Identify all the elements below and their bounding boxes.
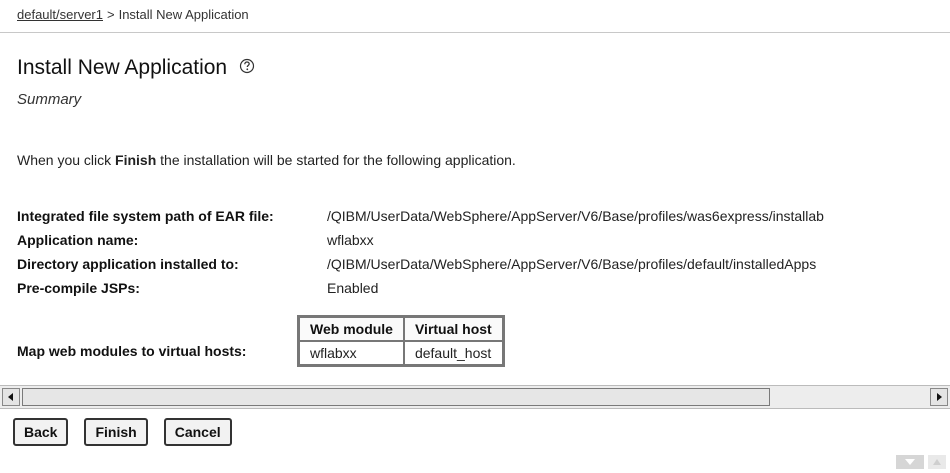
chevron-down-icon[interactable]: [896, 455, 924, 469]
summary-label: Integrated file system path of EAR file:: [17, 208, 274, 224]
page-title-text: Install New Application: [17, 56, 228, 79]
page-subtitle: Summary: [17, 91, 82, 108]
header-divider: [0, 32, 950, 33]
column-header-web-module: Web module: [299, 317, 404, 341]
virtual-host-table: Web module Virtual host wflabxx default_…: [297, 315, 505, 367]
help-icon[interactable]: [239, 56, 255, 80]
intro-text: When you click Finish the installation w…: [17, 152, 516, 168]
table-row: wflabxx default_host: [299, 341, 503, 365]
intro-prefix: When you click: [17, 152, 116, 168]
summary-label: Directory application installed to:: [17, 256, 239, 272]
column-header-virtual-host: Virtual host: [403, 317, 503, 341]
page-title: Install New Application: [17, 56, 255, 80]
cancel-button[interactable]: Cancel: [163, 418, 232, 446]
finish-button[interactable]: Finish: [84, 418, 148, 446]
summary-value: Enabled: [327, 280, 379, 296]
back-button[interactable]: Back: [13, 418, 69, 446]
table-header-row: Web module Virtual host: [299, 317, 503, 341]
button-bar: Back Finish Cancel: [13, 418, 232, 446]
cell-virtual-host: default_host: [403, 341, 503, 365]
cell-web-module: wflabxx: [299, 341, 404, 365]
summary-label: Pre-compile JSPs:: [17, 280, 140, 296]
scroll-corner-icon: [928, 455, 946, 469]
breadcrumb-link-server[interactable]: default/server1: [17, 7, 103, 22]
breadcrumb: default/server1 > Install New Application: [17, 7, 249, 22]
scrollbar-thumb[interactable]: [22, 388, 770, 406]
arrow-right-icon[interactable]: [930, 388, 948, 406]
intro-finish-word: Finish: [115, 152, 157, 168]
intro-suffix: the installation will be started for the…: [156, 152, 516, 168]
breadcrumb-current: Install New Application: [118, 7, 249, 22]
horizontal-scrollbar[interactable]: [0, 385, 950, 409]
corner-controls: [896, 455, 946, 469]
breadcrumb-separator: >: [107, 7, 115, 22]
map-modules-label: Map web modules to virtual hosts:: [17, 343, 247, 359]
summary-label: Application name:: [17, 232, 139, 248]
summary-value: /QIBM/UserData/WebSphere/AppServer/V6/Ba…: [327, 256, 817, 272]
arrow-left-icon[interactable]: [2, 388, 20, 406]
summary-value: wflabxx: [327, 232, 374, 248]
summary-value: /QIBM/UserData/WebSphere/AppServer/V6/Ba…: [327, 208, 824, 224]
